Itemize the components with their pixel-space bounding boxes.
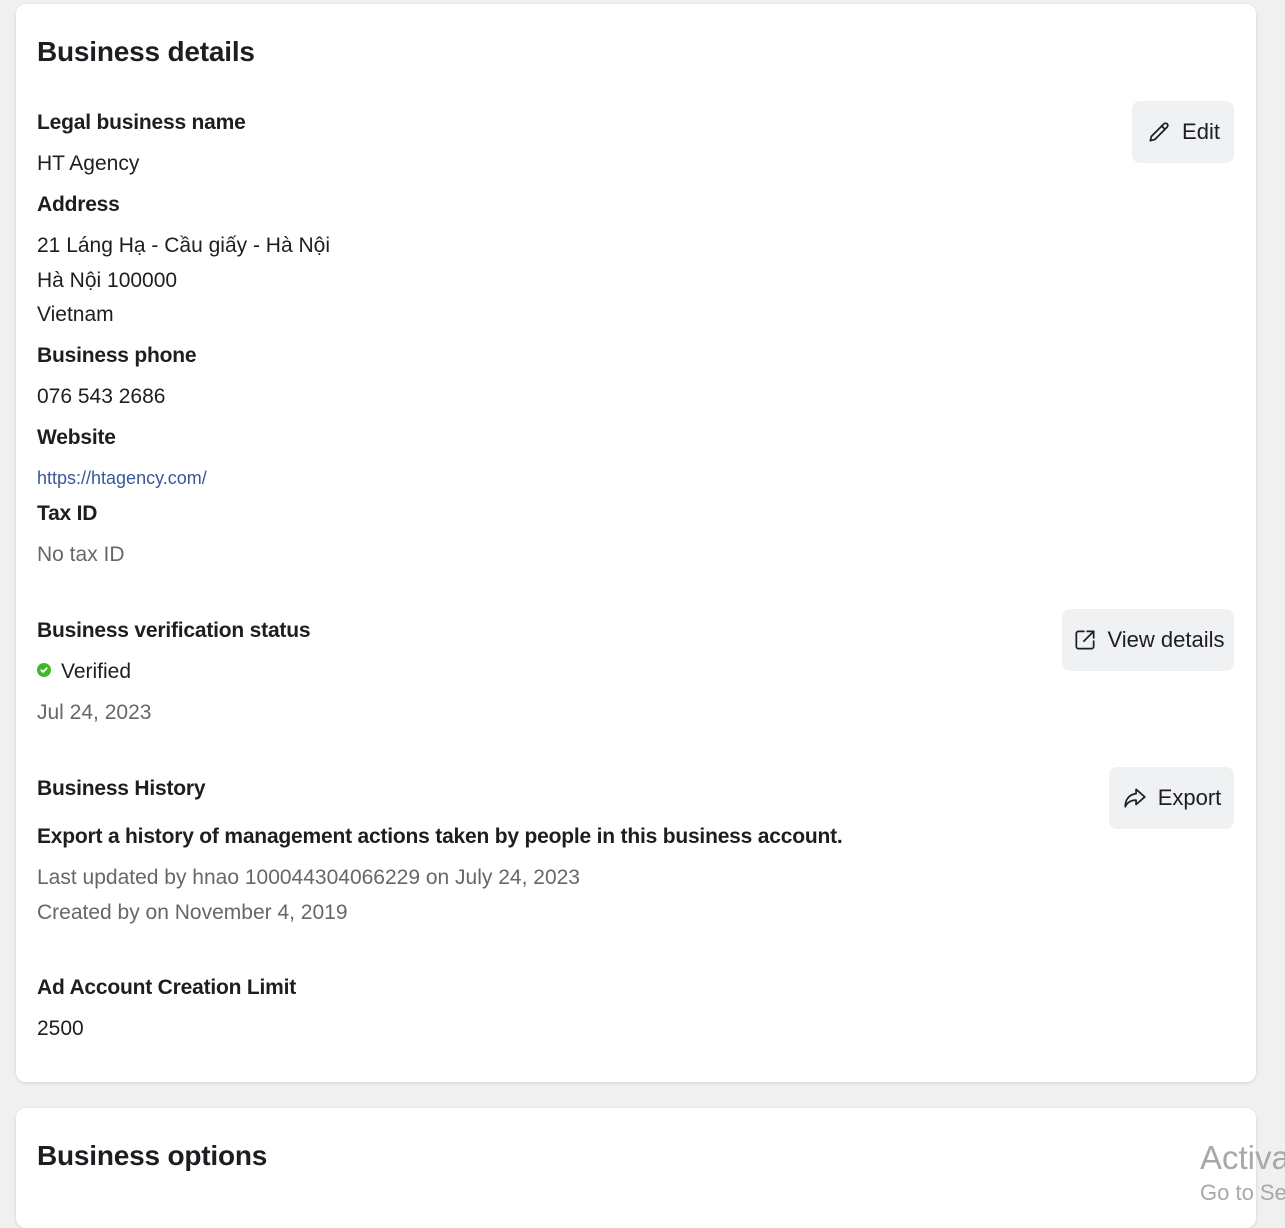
address-line-3: Vietnam [37,303,114,326]
watermark-line-2: Go to Sett [1200,1180,1285,1205]
address-line-1: 21 Láng Hạ - Cầu giấy - Hà Nội [37,234,330,257]
check-circle-icon [37,663,51,678]
legal-name-label: Legal business name [37,111,246,134]
website-link[interactable]: https://htagency.com/ [37,468,207,489]
history-description: Export a history of management actions t… [37,825,843,848]
business-details-card: Business details Legal business name HT … [16,4,1256,1082]
external-link-icon [1072,627,1098,653]
tax-id-value: No tax ID [37,543,125,566]
phone-value: 076 543 2686 [37,385,166,408]
tax-id-label: Tax ID [37,502,98,525]
ad-limit-value: 2500 [37,1017,84,1040]
activation-watermark: Activate Go to Sett [1200,1138,1285,1206]
verification-date: Jul 24, 2023 [37,701,152,724]
pencil-icon [1146,119,1172,145]
history-updated: Last updated by hnao 100044304066229 on … [37,866,580,889]
history-created: Created by on November 4, 2019 [37,901,348,924]
verification-status: Verified [37,660,131,684]
business-options-title: Business options [37,1140,268,1171]
legal-name-value: HT Agency [37,152,140,175]
share-arrow-icon [1122,785,1148,811]
verification-label: Business verification status [37,619,311,642]
history-label: Business History [37,777,206,800]
business-options-card: Business options [16,1108,1256,1228]
phone-label: Business phone [37,344,197,367]
address-label: Address [37,193,120,216]
view-details-label: View details [1107,627,1225,652]
edit-button-label: Edit [1182,119,1220,144]
export-button-label: Export [1157,785,1222,810]
edit-button[interactable]: Edit [1132,101,1234,163]
ad-limit-label: Ad Account Creation Limit [37,976,297,999]
business-details-title: Business details [37,36,255,67]
view-details-button[interactable]: View details [1062,609,1234,671]
verification-status-text: Verified [61,660,132,683]
address-line-2: Hà Nội 100000 [37,269,178,292]
export-button[interactable]: Export [1109,767,1234,829]
watermark-line-1: Activate [1200,1139,1285,1176]
website-label: Website [37,426,116,449]
